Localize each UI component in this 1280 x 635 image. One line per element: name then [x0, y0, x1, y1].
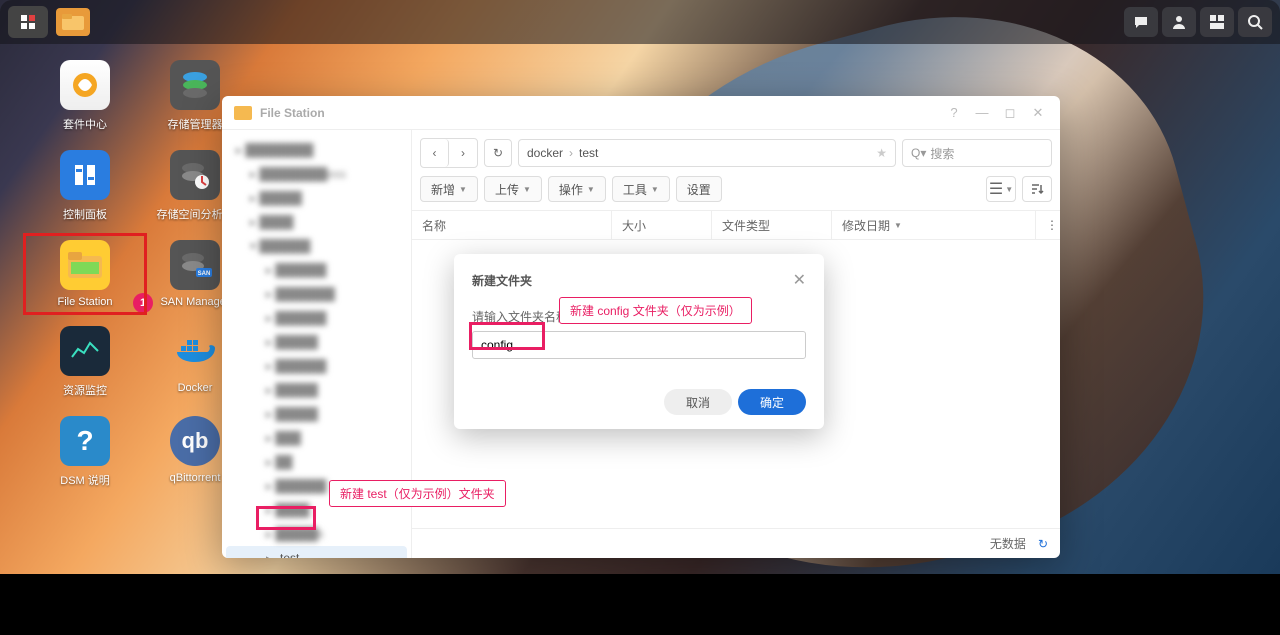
ok-button[interactable]: 确定: [738, 389, 806, 415]
breadcrumb[interactable]: docker › test ★: [518, 139, 896, 167]
breadcrumb-segment[interactable]: docker: [527, 146, 563, 160]
svg-text:SAN: SAN: [198, 271, 211, 277]
app-package-center[interactable]: 套件中心: [30, 60, 140, 132]
app-file-station[interactable]: File Station: [30, 240, 140, 308]
nav-back-button[interactable]: ‹: [421, 139, 449, 167]
tree-item[interactable]: ▸ ████████: [226, 138, 407, 162]
tree-item[interactable]: ▸ █████: [226, 186, 407, 210]
app-resource-monitor[interactable]: 资源监控: [30, 326, 140, 398]
upload-button[interactable]: 上传▼: [484, 176, 542, 202]
tree-item-test[interactable]: ▸test: [226, 546, 407, 558]
dialog-close-button[interactable]: ✕: [793, 270, 806, 290]
operate-button[interactable]: 操作▼: [548, 176, 606, 202]
window-titlebar[interactable]: File Station ? — ◻ ✕: [222, 96, 1060, 130]
user-icon[interactable]: [1162, 7, 1196, 37]
settings-button[interactable]: 设置: [676, 176, 722, 202]
folder-icon: [234, 106, 252, 120]
view-list-button[interactable]: ☰▼: [986, 176, 1016, 202]
create-button[interactable]: 新增▼: [420, 176, 478, 202]
taskbar-file-station[interactable]: [56, 8, 90, 36]
tree-item[interactable]: ▸ █████: [226, 378, 407, 402]
maximize-button[interactable]: ◻: [1000, 105, 1020, 121]
sort-button[interactable]: [1022, 176, 1052, 202]
refresh-icon[interactable]: ↻: [1038, 537, 1048, 551]
annotation-callout-test: 新建 test（仅为示例）文件夹: [329, 480, 506, 507]
tree-item[interactable]: ▸ █████: [226, 330, 407, 354]
chevron-right-icon: ›: [569, 146, 573, 160]
table-header-row: 名称 大小 文件类型 修改日期 ▼ ⋮: [412, 210, 1060, 240]
tools-button[interactable]: 工具▼: [612, 176, 670, 202]
minimize-button[interactable]: —: [972, 105, 992, 120]
col-size[interactable]: 大小: [612, 211, 712, 239]
reload-button[interactable]: ↻: [484, 139, 512, 167]
app-control-panel[interactable]: 控制面板: [30, 150, 140, 222]
col-type[interactable]: 文件类型: [712, 211, 832, 239]
desktop-icons: 套件中心 存储管理器 控制面板 存储空间分析器 File Station SAN…: [30, 60, 250, 488]
tree-item[interactable]: ▸ █████k: [226, 522, 407, 546]
tree-item[interactable]: ▸ █████: [226, 402, 407, 426]
breadcrumb-segment[interactable]: test: [579, 146, 598, 160]
chat-icon[interactable]: [1124, 7, 1158, 37]
col-name[interactable]: 名称: [412, 211, 612, 239]
tree-item[interactable]: ▸ ███: [226, 426, 407, 450]
tree-item[interactable]: ▸ ██████: [226, 306, 407, 330]
status-bar: 无数据 ↻: [412, 528, 1060, 558]
tree-item[interactable]: ▸ ████: [226, 210, 407, 234]
tree-item[interactable]: ▸ ████████ess: [226, 162, 407, 186]
tree-item[interactable]: ▸ ██: [226, 450, 407, 474]
dashboard-icon[interactable]: [1200, 7, 1234, 37]
col-date[interactable]: 修改日期 ▼: [832, 211, 1036, 239]
new-folder-dialog: 新建文件夹 ✕ 请输入文件夹名称 取消 确定: [454, 254, 824, 429]
close-button[interactable]: ✕: [1028, 105, 1048, 121]
help-button[interactable]: ?: [944, 105, 964, 120]
col-more[interactable]: ⋮: [1036, 211, 1060, 239]
tree-item[interactable]: ▾ ██████: [226, 234, 407, 258]
search-icon[interactable]: [1238, 7, 1272, 37]
app-dsm-help[interactable]: ?DSM 说明: [30, 416, 140, 488]
dialog-title: 新建文件夹: [472, 272, 532, 289]
search-input[interactable]: Q▾ 搜索: [902, 139, 1052, 167]
star-icon[interactable]: ★: [876, 146, 887, 160]
annotation-callout-config: 新建 config 文件夹（仅为示例）: [559, 297, 752, 324]
cancel-button[interactable]: 取消: [664, 389, 732, 415]
status-text: 无数据: [990, 535, 1026, 552]
window-title: File Station: [260, 106, 936, 120]
nav-forward-button[interactable]: ›: [449, 139, 477, 167]
search-icon: Q▾: [911, 146, 926, 160]
tree-item[interactable]: ▸ ██████: [226, 258, 407, 282]
apps-launcher-button[interactable]: [8, 6, 48, 38]
taskbar: [0, 0, 1280, 44]
folder-name-input[interactable]: [472, 331, 806, 359]
tree-item[interactable]: ▸ ██████: [226, 354, 407, 378]
tree-item[interactable]: ▸ ███████: [226, 282, 407, 306]
